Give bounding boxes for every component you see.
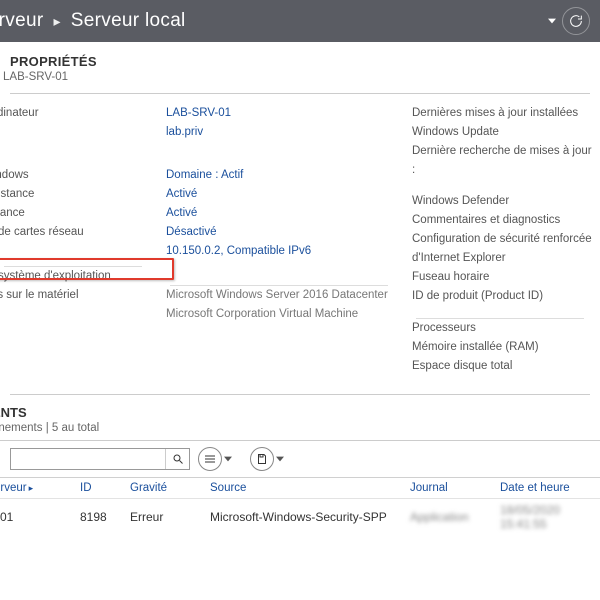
label-timezone: Fuseau horaire xyxy=(412,268,592,287)
value-domain[interactable]: lab.priv xyxy=(166,123,396,142)
label-firewall: Windows xyxy=(0,166,150,185)
value-ip[interactable]: 10.150.0.2, Compatible IPv6 xyxy=(166,242,396,261)
label-windows-update: Windows Update xyxy=(412,123,592,142)
cell-source: Microsoft-Windows-Security-SPP xyxy=(210,510,410,524)
cell-severity: Erreur xyxy=(130,510,210,524)
breadcrumb[interactable]: serveur ▸ Serveur local xyxy=(0,10,186,32)
save-button[interactable] xyxy=(250,447,274,471)
events-title: ENTS xyxy=(0,405,600,420)
events-subtitle: énements | 5 au total xyxy=(0,420,600,434)
value-remote-mgmt[interactable]: Activé xyxy=(166,185,396,204)
label-computer-name: l'ordinateur xyxy=(0,104,150,123)
col-severity[interactable]: Gravité xyxy=(130,482,210,494)
breadcrumb-dropdown[interactable] xyxy=(546,9,558,33)
search-icon[interactable] xyxy=(165,449,189,469)
cell-server: 01 xyxy=(0,510,80,524)
properties-title: PROPRIÉTÉS xyxy=(10,54,590,69)
breadcrumb-current[interactable]: Serveur local xyxy=(71,10,186,32)
label-hardware: ions sur le matériel xyxy=(0,286,150,305)
label-remote-desktop: distance xyxy=(0,204,150,223)
value-hardware: Microsoft Corporation Virtual Machine xyxy=(166,305,396,324)
table-row[interactable]: 01 8198 Erreur Microsoft-Windows-Securit… xyxy=(0,499,600,535)
refresh-button[interactable] xyxy=(562,7,590,35)
events-section: ENTS énements | 5 au total xyxy=(0,394,600,535)
label-ram: Mémoire installée (RAM) xyxy=(412,338,592,357)
label-last-updates: Dernières mises à jour installées xyxy=(412,104,592,123)
label-os-version: du système d'exploitation xyxy=(0,267,150,286)
label-defender: Windows Defender xyxy=(412,192,592,211)
label-disk: Espace disque total xyxy=(412,357,592,376)
value-remote-desktop[interactable]: Activé xyxy=(166,204,396,223)
properties-section: PROPRIÉTÉS r LAB-SRV-01 l'ordinateur à d… xyxy=(0,42,600,376)
chevron-right-icon: ▸ xyxy=(53,13,60,30)
events-search-input[interactable] xyxy=(11,452,165,466)
properties-subtitle: r LAB-SRV-01 xyxy=(0,71,590,83)
col-journal[interactable]: Journal xyxy=(410,482,500,494)
value-nic-teaming[interactable]: Désactivé xyxy=(166,223,396,242)
label-nic-teaming: on de cartes réseau xyxy=(0,223,150,242)
cell-journal: Application xyxy=(410,510,500,524)
content-area: PROPRIÉTÉS r LAB-SRV-01 l'ordinateur à d… xyxy=(0,42,600,600)
cell-id: 8198 xyxy=(80,510,130,524)
events-header: erveur▸ ID Gravité Source Journal Date e… xyxy=(0,478,600,499)
events-search[interactable] xyxy=(10,448,190,470)
col-id[interactable]: ID xyxy=(80,482,130,494)
col-datetime[interactable]: Date et heure xyxy=(500,482,590,494)
col-server[interactable]: erveur▸ xyxy=(10,482,80,494)
value-firewall[interactable]: Domaine : Actif xyxy=(166,166,396,185)
label-remote-mgmt: à distance xyxy=(0,185,150,204)
caret-down-icon[interactable] xyxy=(224,455,232,463)
label-cpu: Processeurs xyxy=(412,319,592,338)
titlebar: serveur ▸ Serveur local xyxy=(0,0,600,42)
label-product-id: ID de produit (Product ID) xyxy=(412,287,592,306)
filter-button[interactable] xyxy=(198,447,222,471)
col-source[interactable]: Source xyxy=(210,482,410,494)
label-ie-esc: Configuration de sécurité renforcée d'In… xyxy=(412,230,592,268)
cell-datetime: 18/05/2020 15:41:55 xyxy=(500,503,590,531)
server-manager-window: serveur ▸ Serveur local PROPRIÉTÉS r LAB… xyxy=(0,0,600,600)
value-os: Microsoft Windows Server 2016 Datacenter xyxy=(166,286,396,305)
breadcrumb-parent[interactable]: serveur xyxy=(0,10,43,32)
label-last-check: Dernière recherche de mises à jour : xyxy=(412,142,592,180)
properties-grid: l'ordinateur à distance Windows à distan… xyxy=(0,104,600,376)
value-computer-name[interactable]: LAB-SRV-01 xyxy=(166,104,396,123)
events-toolbar xyxy=(0,440,600,478)
label-feedback: Commentaires et diagnostics xyxy=(412,211,592,230)
caret-down-icon[interactable] xyxy=(276,455,284,463)
